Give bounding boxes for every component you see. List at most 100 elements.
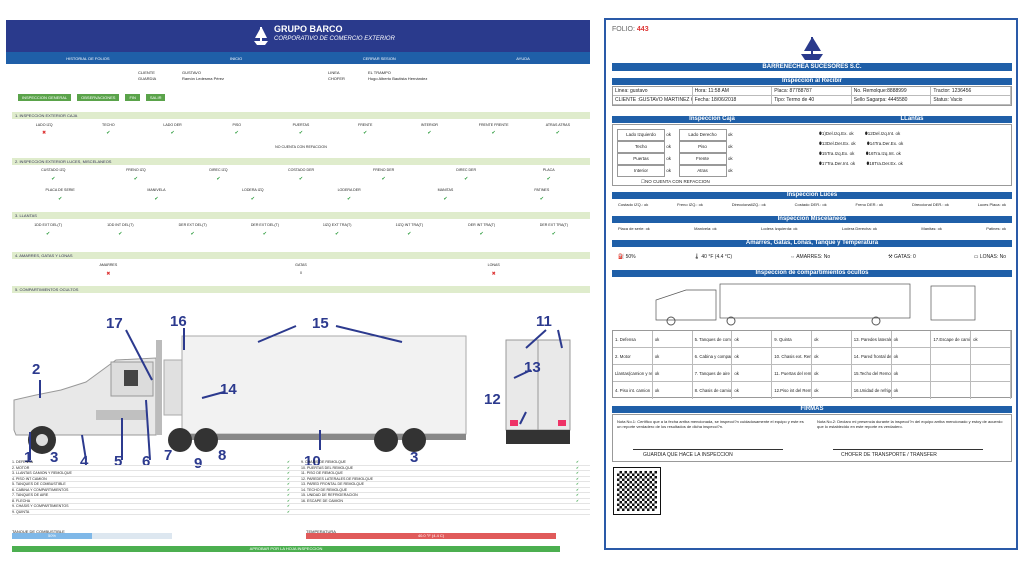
check-icon[interactable]: ✔ bbox=[287, 460, 301, 464]
check-icon[interactable]: ✔ bbox=[462, 130, 526, 136]
chip-inspeccion-general[interactable]: INSPECCION GENERAL bbox=[18, 94, 72, 101]
check-icon[interactable]: ✔ bbox=[76, 130, 140, 136]
caja-col: FRENTE FRENTE bbox=[478, 123, 509, 127]
gatas-value[interactable]: 0 bbox=[205, 271, 398, 277]
check-icon[interactable]: ✔ bbox=[576, 482, 590, 486]
chip-fin[interactable]: FIN bbox=[125, 94, 140, 101]
check-icon[interactable]: ✔ bbox=[494, 196, 590, 202]
check-icon[interactable]: ✔ bbox=[526, 130, 590, 136]
check-icon[interactable]: ✔ bbox=[342, 176, 425, 182]
combustible-bar[interactable]: 50% bbox=[12, 533, 92, 539]
check-icon[interactable]: ✔ bbox=[287, 499, 301, 503]
thermometer-icon: 🌡 bbox=[693, 254, 700, 260]
chip-salir[interactable]: SALIR bbox=[145, 94, 166, 101]
signature-guardia: GUARDIA QUE HACE LA INSPECCION bbox=[643, 452, 733, 458]
check-icon[interactable]: ✔ bbox=[576, 477, 590, 481]
check-icon[interactable]: ✔ bbox=[140, 130, 204, 136]
check-icon[interactable]: ✔ bbox=[287, 488, 301, 492]
folio: FOLIO: 443 bbox=[612, 26, 649, 33]
check-icon[interactable]: ✔ bbox=[301, 196, 397, 202]
comp-item: 11. PISO DE REMOLQUE bbox=[301, 471, 343, 476]
check-icon[interactable]: ✔ bbox=[287, 477, 301, 481]
nav-link-cerrar[interactable]: CERRAR SESION bbox=[363, 56, 396, 61]
comp-item: 15. UNIDAD DE REFRIGERACION bbox=[301, 493, 358, 498]
check-icon[interactable]: ✔ bbox=[301, 231, 373, 237]
nota-2: Nota No.2: Declaro mi presencia durante … bbox=[817, 419, 1003, 429]
check-icon[interactable]: ✔ bbox=[373, 231, 445, 237]
check-icon[interactable]: ✔ bbox=[95, 176, 178, 182]
recibir-box: Linea: gustavo Hora: 11:58 AM Placa: 877… bbox=[612, 86, 1012, 106]
guardia-value: Ramón Ledesma Pérez bbox=[182, 76, 225, 81]
temperatura-bar[interactable]: 40.0 °F (4.4 C) bbox=[306, 533, 556, 539]
nav-link-historial[interactable]: HISTORIAL DE FOLIOS bbox=[66, 56, 109, 61]
folio-number: 443 bbox=[636, 26, 649, 33]
check-icon[interactable]: ✔ bbox=[205, 130, 269, 136]
chip-observaciones[interactable]: OBSERVACIONES bbox=[77, 94, 120, 101]
llantas-col: 1IZQ INT TRA(T) bbox=[395, 223, 424, 227]
check-icon[interactable]: ✔ bbox=[507, 176, 590, 182]
caja-col: LADO DER bbox=[163, 123, 182, 127]
check-icon[interactable]: ✔ bbox=[287, 482, 301, 486]
llantas-col: DER INT TRA(T) bbox=[468, 223, 496, 227]
company-name: BARRENECHEA SUCESORES S.C. bbox=[612, 63, 1012, 71]
sello-field: Sello Sagarpa: 4445580 bbox=[852, 96, 932, 104]
remolque-field: No. Remolque:8888999 bbox=[852, 87, 932, 95]
section-luces: 2. INSPECCION EXTERIOR LUCES, MISCELANEO… bbox=[12, 158, 590, 165]
check-icon[interactable]: ✔ bbox=[12, 196, 108, 202]
check-icon[interactable]: ✔ bbox=[287, 466, 301, 470]
check-icon[interactable]: ✔ bbox=[287, 493, 301, 497]
check-icon[interactable]: ✔ bbox=[287, 471, 301, 475]
luces-col: COSTADO DER bbox=[287, 168, 315, 172]
callout-16: 16 bbox=[170, 313, 187, 330]
check-icon[interactable]: ✔ bbox=[12, 176, 95, 182]
check-icon[interactable]: ✔ bbox=[229, 231, 301, 237]
lonas-value[interactable]: ✖ bbox=[397, 271, 590, 277]
check-icon[interactable]: ✔ bbox=[576, 493, 590, 497]
check-icon[interactable]: ✔ bbox=[518, 231, 590, 237]
x-mark-icon[interactable]: ✖ bbox=[12, 130, 76, 136]
comp-item: 16. ESCAPE DE CAMION bbox=[301, 498, 343, 503]
cliente-value: GUSTAVO bbox=[182, 70, 201, 75]
check-icon[interactable]: ✔ bbox=[12, 231, 84, 237]
check-icon[interactable]: ✔ bbox=[576, 499, 590, 503]
nav-link-ayuda[interactable]: AYUDA bbox=[516, 56, 529, 61]
check-icon[interactable]: ✔ bbox=[576, 488, 590, 492]
check-icon[interactable]: ✔ bbox=[576, 466, 590, 470]
caja-headers: LADO IZQ TECHO LADO DER PISO PUERTAS FRE… bbox=[12, 123, 590, 127]
check-icon[interactable]: ✔ bbox=[576, 471, 590, 475]
fecha-field: Fecha: 18/06/2018 bbox=[693, 96, 773, 104]
nav-link-inicio[interactable]: INICIO bbox=[230, 56, 242, 61]
llantas-title: LLantas bbox=[812, 116, 1012, 123]
linea-field: Linea: gustavo bbox=[613, 87, 693, 95]
caja-checks: ✖ ✔ ✔ ✔ ✔ ✔ ✔ ✔ ✔ bbox=[12, 130, 590, 136]
check-icon[interactable]: ✔ bbox=[287, 510, 301, 514]
check-icon[interactable]: ✔ bbox=[108, 196, 204, 202]
check-icon[interactable]: ✔ bbox=[260, 176, 343, 182]
check-icon[interactable]: ✔ bbox=[177, 176, 260, 182]
amarres-col: GATAS bbox=[295, 263, 307, 267]
section-amarres: 4. AMARRES, GATAS Y LONAS bbox=[12, 252, 590, 259]
llantas-col: DER EXT TRA(T) bbox=[539, 223, 568, 227]
callout-2: 2 bbox=[32, 361, 40, 378]
check-icon[interactable]: ✔ bbox=[333, 130, 397, 136]
check-icon[interactable]: ✔ bbox=[287, 504, 301, 508]
check-icon[interactable]: ✔ bbox=[157, 231, 229, 237]
check-icon[interactable]: ✔ bbox=[576, 460, 590, 464]
check-icon[interactable]: ✔ bbox=[397, 130, 461, 136]
misc-col: LODERA DER bbox=[337, 188, 361, 192]
linea-label: LINEA bbox=[328, 70, 340, 75]
check-icon[interactable]: ✔ bbox=[84, 231, 156, 237]
chofer-value: Hugo Alberto Bautista Hernández bbox=[368, 76, 428, 81]
luces-col: PLACA bbox=[542, 168, 555, 172]
check-icon[interactable]: ✔ bbox=[425, 176, 508, 182]
check-icon[interactable]: ✔ bbox=[269, 130, 333, 136]
ship-logo-icon bbox=[254, 27, 268, 45]
check-icon[interactable]: ✔ bbox=[397, 196, 493, 202]
misc-col: LODERA IZQ bbox=[242, 188, 264, 192]
approve-button[interactable]: APROBAR POR LA HOJA INSPECCION bbox=[12, 546, 560, 552]
check-icon[interactable]: ✔ bbox=[446, 231, 518, 237]
amarres-value[interactable]: ✖ bbox=[12, 271, 205, 277]
check-icon[interactable]: ✔ bbox=[205, 196, 301, 202]
ocultos-title: Inspeccion de compartimientos ocultos bbox=[612, 270, 1012, 277]
cliente-field: CLIENTE :GUSTAVO MARTINEZ GARCIA bbox=[613, 96, 693, 104]
